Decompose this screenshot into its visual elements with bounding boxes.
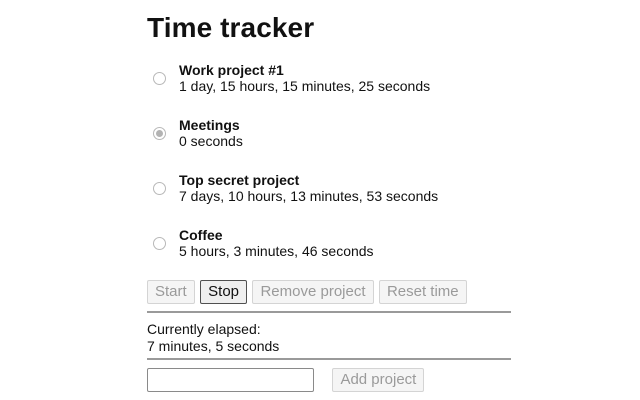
project-radio-selected[interactable] — [153, 127, 166, 140]
elapsed-label: Currently elapsed: — [147, 321, 261, 337]
project-name-input[interactable] — [147, 368, 314, 392]
project-list: Work project #1 1 day, 15 hours, 15 minu… — [147, 60, 511, 280]
page-title: Time tracker — [147, 12, 315, 43]
project-radio[interactable] — [153, 72, 166, 85]
project-time: 1 day, 15 hours, 15 minutes, 25 seconds — [179, 78, 431, 94]
stop-button[interactable]: Stop — [200, 280, 247, 304]
elapsed-section: Currently elapsed: 7 minutes, 5 seconds — [147, 321, 279, 355]
divider — [147, 311, 511, 313]
project-item-top-secret-project[interactable]: Top secret project 7 days, 10 hours, 13 … — [147, 170, 511, 225]
project-name: Work project #1 — [179, 62, 284, 78]
remove-project-button[interactable]: Remove project — [252, 280, 374, 304]
project-time: 5 hours, 3 minutes, 46 seconds — [179, 243, 374, 259]
project-time: 0 seconds — [179, 133, 243, 149]
reset-time-button[interactable]: Reset time — [378, 280, 467, 304]
elapsed-value: 7 minutes, 5 seconds — [147, 338, 280, 354]
project-time: 7 days, 10 hours, 13 minutes, 53 seconds — [179, 188, 439, 204]
start-button[interactable]: Start — [147, 280, 195, 304]
project-item-work-project-1[interactable]: Work project #1 1 day, 15 hours, 15 minu… — [147, 60, 511, 115]
control-buttons: Start Stop Remove project Reset time — [147, 280, 468, 304]
divider — [147, 358, 511, 360]
project-radio[interactable] — [153, 237, 166, 250]
project-radio[interactable] — [153, 182, 166, 195]
project-item-meetings[interactable]: Meetings 0 seconds — [147, 115, 511, 170]
add-project-button[interactable]: Add project — [332, 368, 425, 392]
add-project-row: Add project — [147, 368, 425, 392]
project-name: Meetings — [179, 117, 240, 133]
project-name: Coffee — [179, 227, 223, 243]
project-item-coffee[interactable]: Coffee 5 hours, 3 minutes, 46 seconds — [147, 225, 511, 280]
project-name: Top secret project — [179, 172, 300, 188]
